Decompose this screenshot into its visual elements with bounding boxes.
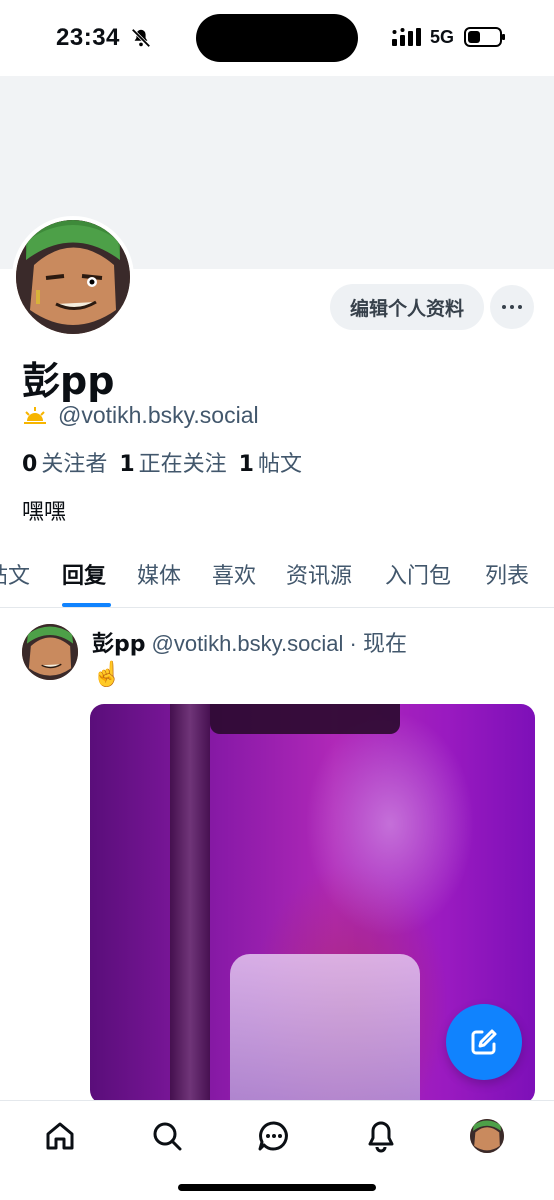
- profile-handle: @votikh.bsky.social: [58, 402, 259, 428]
- profile-tab-avatar[interactable]: [470, 1119, 504, 1153]
- network-label: 5G: [430, 27, 455, 47]
- edit-profile-button[interactable]: 编辑个人资料: [330, 284, 484, 330]
- post-header: 彭pp @votikh.bsky.social · 现在: [92, 626, 407, 658]
- status-time: 23:34: [56, 24, 120, 51]
- avatar-image: [16, 220, 130, 334]
- profile-bio: 嘿嘿: [22, 500, 67, 525]
- sunrise-icon: [24, 406, 46, 424]
- compose-button[interactable]: [446, 1004, 522, 1080]
- battery-icon: [464, 27, 505, 47]
- home-icon[interactable]: [43, 1119, 77, 1153]
- profile-avatar[interactable]: [12, 216, 134, 338]
- profile-tabs: 帖文 回复 媒体 喜欢 资讯源 入门包 列表: [0, 540, 554, 608]
- post-author-name[interactable]: 彭pp: [92, 632, 146, 657]
- post-separator: ·: [349, 631, 357, 656]
- chat-icon[interactable]: [257, 1119, 291, 1153]
- tab-posts[interactable]: 帖文: [0, 558, 30, 590]
- display-name: 彭pp: [22, 359, 115, 403]
- tab-starter-packs[interactable]: 入门包: [385, 558, 451, 590]
- home-indicator: [178, 1184, 376, 1191]
- bell-off-icon: [131, 28, 151, 48]
- post-author-avatar[interactable]: [22, 624, 78, 680]
- active-tab-indicator: [62, 603, 111, 607]
- tab-lists[interactable]: 列表: [485, 558, 529, 590]
- search-icon[interactable]: [150, 1119, 184, 1153]
- bottom-nav: [0, 1100, 554, 1200]
- tab-media[interactable]: 媒体: [137, 558, 181, 590]
- status-bar: 23:34 5G: [0, 0, 554, 76]
- post-author-handle[interactable]: @votikh.bsky.social: [152, 631, 344, 656]
- ellipsis-icon: [502, 305, 506, 309]
- followers-stat[interactable]: 0 关注者: [22, 446, 107, 478]
- dynamic-island: [196, 14, 358, 62]
- following-stat[interactable]: 1 正在关注: [119, 446, 226, 478]
- bell-icon[interactable]: [364, 1119, 398, 1153]
- post-time: 现在: [362, 631, 407, 656]
- posts-stat: 1 帖文: [238, 452, 302, 477]
- handle-row: @votikh.bsky.social: [22, 402, 259, 429]
- tab-replies[interactable]: 回复: [62, 558, 106, 590]
- profile-stats: 0 关注者 1 正在关注 1 帖文: [22, 446, 302, 478]
- more-options-button[interactable]: [490, 285, 534, 329]
- tab-likes[interactable]: 喜欢: [212, 558, 256, 590]
- signal-icon: [392, 28, 421, 46]
- tab-feeds[interactable]: 资讯源: [286, 558, 352, 590]
- post-text: ☝️: [92, 661, 122, 688]
- compose-icon: [471, 1029, 497, 1055]
